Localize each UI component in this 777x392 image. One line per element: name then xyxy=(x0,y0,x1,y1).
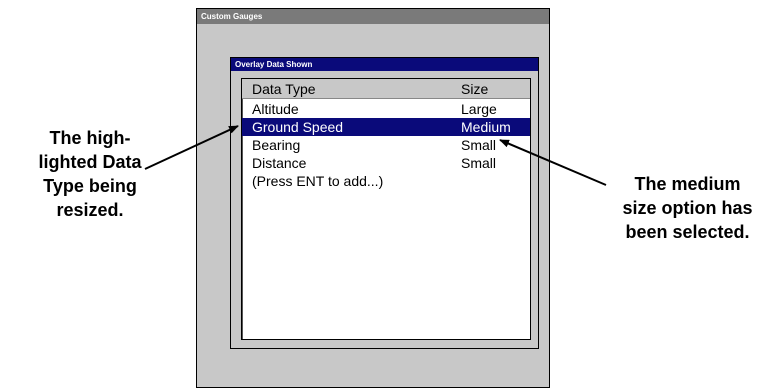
row-size: Large xyxy=(461,101,497,117)
list-row-add-prompt[interactable]: (Press ENT to add...) xyxy=(242,172,530,190)
overlay-data-list[interactable]: Data Type Size Altitude Large Ground Spe… xyxy=(241,78,531,340)
callout-line: lighted Data xyxy=(38,152,142,172)
callout-line: size option has xyxy=(622,198,753,218)
column-header-data-type: Data Type xyxy=(252,81,316,97)
custom-gauges-screen: Custom Gauges Overlay Data Shown Data Ty… xyxy=(196,8,550,388)
dialog-title: Overlay Data Shown xyxy=(231,58,538,71)
list-row-distance[interactable]: Distance Small xyxy=(242,154,530,172)
row-size: Small xyxy=(461,155,497,171)
row-size: Small xyxy=(461,137,497,153)
row-data-type: Ground Speed xyxy=(252,119,344,135)
list-header: Data Type Size xyxy=(242,79,530,99)
row-data-type: Bearing xyxy=(252,137,301,153)
row-size: Medium xyxy=(461,119,511,135)
list-row-ground-speed[interactable]: Ground Speed Medium xyxy=(242,118,530,136)
row-data-type: Distance xyxy=(252,155,307,171)
overlay-data-dialog: Overlay Data Shown Data Type Size Altitu… xyxy=(230,57,539,349)
list-rows: Altitude Large Ground Speed Medium Beari… xyxy=(242,100,530,190)
list-row-bearing[interactable]: Bearing Small xyxy=(242,136,530,154)
callout-line: resized. xyxy=(56,200,124,220)
callout-line: The medium xyxy=(634,174,741,194)
row-data-type: Altitude xyxy=(252,101,299,117)
callout-medium-size-selected: The medium size option has been selected… xyxy=(600,172,775,244)
row-data-type: (Press ENT to add...) xyxy=(252,173,384,189)
screen-title: Custom Gauges xyxy=(197,9,549,24)
callout-line: been selected. xyxy=(625,222,750,242)
callout-line: The high- xyxy=(49,128,131,148)
callout-line: Type being xyxy=(43,176,137,196)
callout-highlighted-data-type: The high- lighted Data Type being resize… xyxy=(6,126,174,222)
list-row-altitude[interactable]: Altitude Large xyxy=(242,100,530,118)
column-header-size: Size xyxy=(461,81,489,97)
